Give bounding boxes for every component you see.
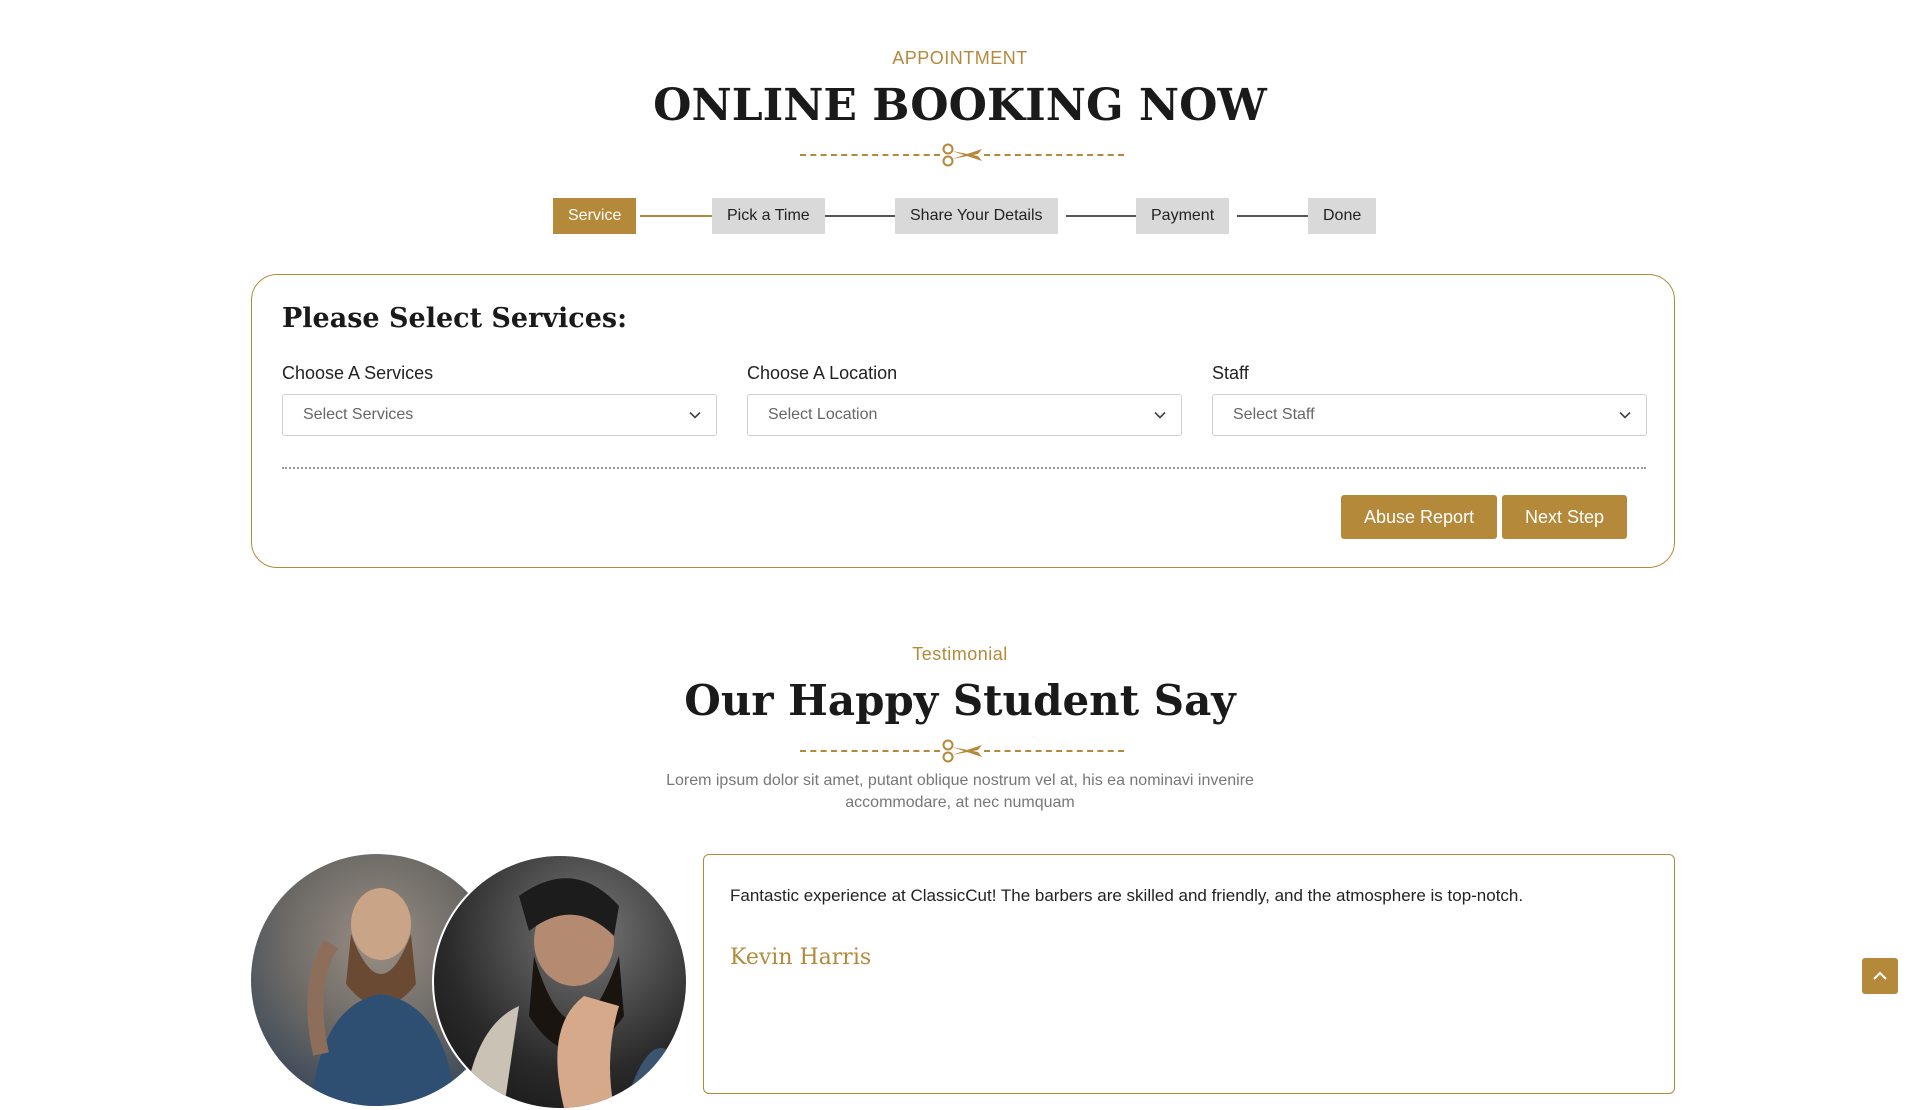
chevron-down-icon: [1154, 411, 1166, 419]
step-connector: [825, 215, 895, 217]
location-placeholder: Select Location: [768, 406, 878, 423]
staff-select[interactable]: Select Staff: [1212, 394, 1647, 436]
location-select[interactable]: Select Location: [747, 394, 1182, 436]
back-to-top-button[interactable]: [1862, 958, 1898, 994]
testimonial-card: Fantastic experience at ClassicCut! The …: [703, 854, 1675, 1094]
staff-placeholder: Select Staff: [1233, 406, 1315, 423]
step-payment[interactable]: Payment: [1136, 198, 1230, 234]
chevron-down-icon: [1619, 411, 1631, 419]
chevron-down-icon: [689, 411, 701, 419]
student-photo-2: [432, 854, 688, 1110]
lead-line-1: Lorem ipsum dolor sit amet, putant obliq…: [666, 772, 1254, 789]
step-share-your-details[interactable]: Share Your Details: [895, 198, 1058, 234]
step-done[interactable]: Done: [1308, 198, 1377, 234]
form-title: Please Select Services:: [282, 303, 628, 334]
scissors-icon: [942, 739, 982, 763]
services-select[interactable]: Select Services: [282, 394, 717, 436]
booking-eyebrow: APPOINTMENT: [892, 48, 1028, 68]
booking-divider: [800, 143, 1124, 167]
services-field: Choose A Services Select Services: [282, 363, 717, 436]
lead-line-2: accommodare, at nec numquam: [845, 794, 1075, 811]
booking-form-card: Please Select Services: Choose A Service…: [251, 274, 1675, 568]
step-connector: [1066, 215, 1136, 217]
booking-title: ONLINE BOOKING NOW: [653, 80, 1267, 131]
services-placeholder: Select Services: [303, 406, 414, 423]
testimonial-title: Our Happy Student Say: [684, 676, 1236, 725]
scissors-icon: [942, 143, 982, 167]
booking-steps: Service Pick a Time Share Your Details P…: [550, 198, 1377, 234]
next-step-button[interactable]: Next Step: [1502, 495, 1628, 539]
step-pick-a-time[interactable]: Pick a Time: [712, 198, 825, 234]
testimonial-quote: Fantastic experience at ClassicCut! The …: [730, 886, 1524, 905]
testimonial-divider: [800, 739, 1124, 763]
testimonial-lead: Lorem ipsum dolor sit amet, putant obliq…: [0, 770, 1920, 814]
step-connector: [640, 215, 712, 217]
abuse-report-button[interactable]: Abuse Report: [1341, 495, 1498, 539]
step-connector: [1237, 215, 1308, 217]
testimonial-author: Kevin Harris: [730, 945, 872, 970]
form-divider: [282, 467, 1646, 469]
chevron-up-icon: [1873, 971, 1887, 980]
services-label: Choose A Services: [282, 363, 434, 383]
location-field: Choose A Location Select Location: [747, 363, 1182, 436]
step-service[interactable]: Service: [553, 198, 637, 234]
staff-field: Staff Select Staff: [1212, 363, 1647, 436]
testimonial-eyebrow: Testimonial: [912, 644, 1008, 664]
staff-label: Staff: [1212, 363, 1249, 383]
location-label: Choose A Location: [747, 363, 898, 383]
